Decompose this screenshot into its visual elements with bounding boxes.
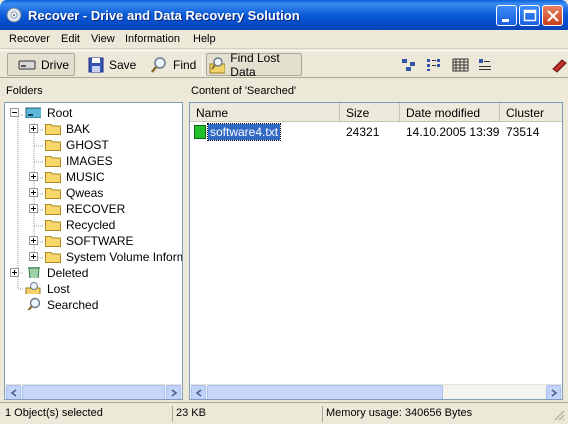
drive-icon [18,60,36,69]
find-label: Find [173,57,197,72]
expand-icon[interactable] [29,172,38,181]
folder-icon [45,236,61,247]
tree-label: MUSIC [66,170,105,184]
folder-icon [45,204,61,215]
resize-grip-icon[interactable] [553,409,565,421]
large-icons-view-button[interactable] [401,53,419,76]
window-title: Recover - Drive and Data Recovery Soluti… [28,8,300,23]
large-icons-view-icon [402,58,415,71]
file-cluster: 73514 [506,125,540,139]
magnifier-icon [27,297,41,310]
tree-label: RECOVER [66,202,126,216]
expand-icon[interactable] [29,124,38,133]
file-date: 14.10.2005 13:39 [406,125,500,139]
close-button[interactable] [542,5,563,26]
tree-label: Recycled [66,218,116,232]
scroll-left-arrow[interactable] [191,385,206,399]
scroll-thumb[interactable] [22,385,165,399]
tree-label: Lost [47,282,70,296]
expand-icon[interactable] [29,252,38,261]
status-bar: 1 Object(s) selected 23 KB Memory usage:… [0,402,568,424]
book-icon [552,58,567,73]
menu-edit[interactable]: Edit [61,33,80,45]
expand-icon[interactable] [29,188,38,197]
drive-icon [25,107,41,118]
scroll-thumb[interactable] [207,385,443,399]
save-button[interactable]: Save [88,53,136,76]
magnifier-icon [151,56,166,73]
file-icon [194,125,206,139]
folder-icon [45,140,61,151]
app-icon [6,7,22,23]
find-lost-data-button[interactable]: Find Lost Data [206,50,302,79]
toolbar-divider [202,55,203,75]
content-header: Content of 'Searched' [191,85,297,97]
scroll-left-arrow[interactable] [6,385,21,399]
file-list: Name Size Date modified Cluster software… [189,102,563,400]
expand-icon[interactable] [29,236,38,245]
status-memory: Memory usage: 340656 Bytes [322,406,552,422]
tree-label: Root [47,106,73,120]
minimize-button[interactable] [496,5,517,26]
tree-label: Searched [47,298,99,312]
tree-horizontal-scrollbar[interactable] [5,384,182,399]
folder-icon [45,156,61,167]
details-view-button[interactable] [477,53,495,76]
expand-icon[interactable] [10,268,19,277]
folder-icon [45,220,61,231]
small-icons-view-icon [427,58,440,71]
tree-label: BAK [66,122,91,136]
menu-recover[interactable]: Recover [9,33,50,45]
recycle-bin-icon [28,267,40,278]
folder-icon [45,124,61,135]
scroll-right-arrow[interactable] [166,385,181,399]
details-view-icon [479,58,491,70]
status-size: 23 KB [172,406,322,422]
tree-item-root[interactable]: Root [5,105,182,121]
find-button[interactable]: Find [150,53,196,76]
menu-help[interactable]: Help [193,33,216,45]
status-selection: 1 Object(s) selected [5,407,103,419]
maximize-button[interactable] [519,5,540,26]
drive-label: Drive [41,57,70,72]
book-button[interactable] [550,53,568,76]
expand-icon[interactable] [29,204,38,213]
list-view-button[interactable] [452,53,470,76]
list-horizontal-scrollbar[interactable] [190,384,562,399]
list-view-icon [452,58,469,71]
tree-label: System Volume Informati [66,250,182,264]
save-icon [88,57,104,72]
file-size: 24321 [346,125,380,139]
find-lost-data-icon [209,56,226,73]
table-row[interactable]: software4.txt 24321 14.10.2005 13:39 735… [190,103,562,143]
folder-icon [45,188,61,199]
folder-tree: Root BAK GHOST IMAGES MUSIC Qweas RECOVE… [4,102,183,400]
menu-bar: Recover Edit View Information Help [0,30,568,49]
folders-header: Folders [6,85,43,97]
tree-label: Deleted [47,266,89,280]
toolbar: Drive Save Find Find Lost Data [0,50,568,79]
folder-icon [45,172,61,183]
save-label: Save [109,57,137,72]
find-lost-data-label: Find Lost Data [230,50,280,79]
tree-label: Qweas [66,186,104,200]
menu-view[interactable]: View [91,33,115,45]
tree-label: SOFTWARE [66,234,134,248]
menu-information[interactable]: Information [125,33,180,45]
tree-label: GHOST [66,138,109,152]
tree-label: IMAGES [66,154,113,168]
file-name: software4.txt [206,123,282,141]
collapse-icon[interactable] [10,108,19,117]
drive-button[interactable]: Drive [7,53,75,76]
folder-icon [45,252,61,263]
small-icons-view-button[interactable] [426,53,444,76]
title-bar: Recover - Drive and Data Recovery Soluti… [0,0,568,30]
scroll-right-arrow[interactable] [546,385,561,399]
lost-data-icon [25,282,41,294]
